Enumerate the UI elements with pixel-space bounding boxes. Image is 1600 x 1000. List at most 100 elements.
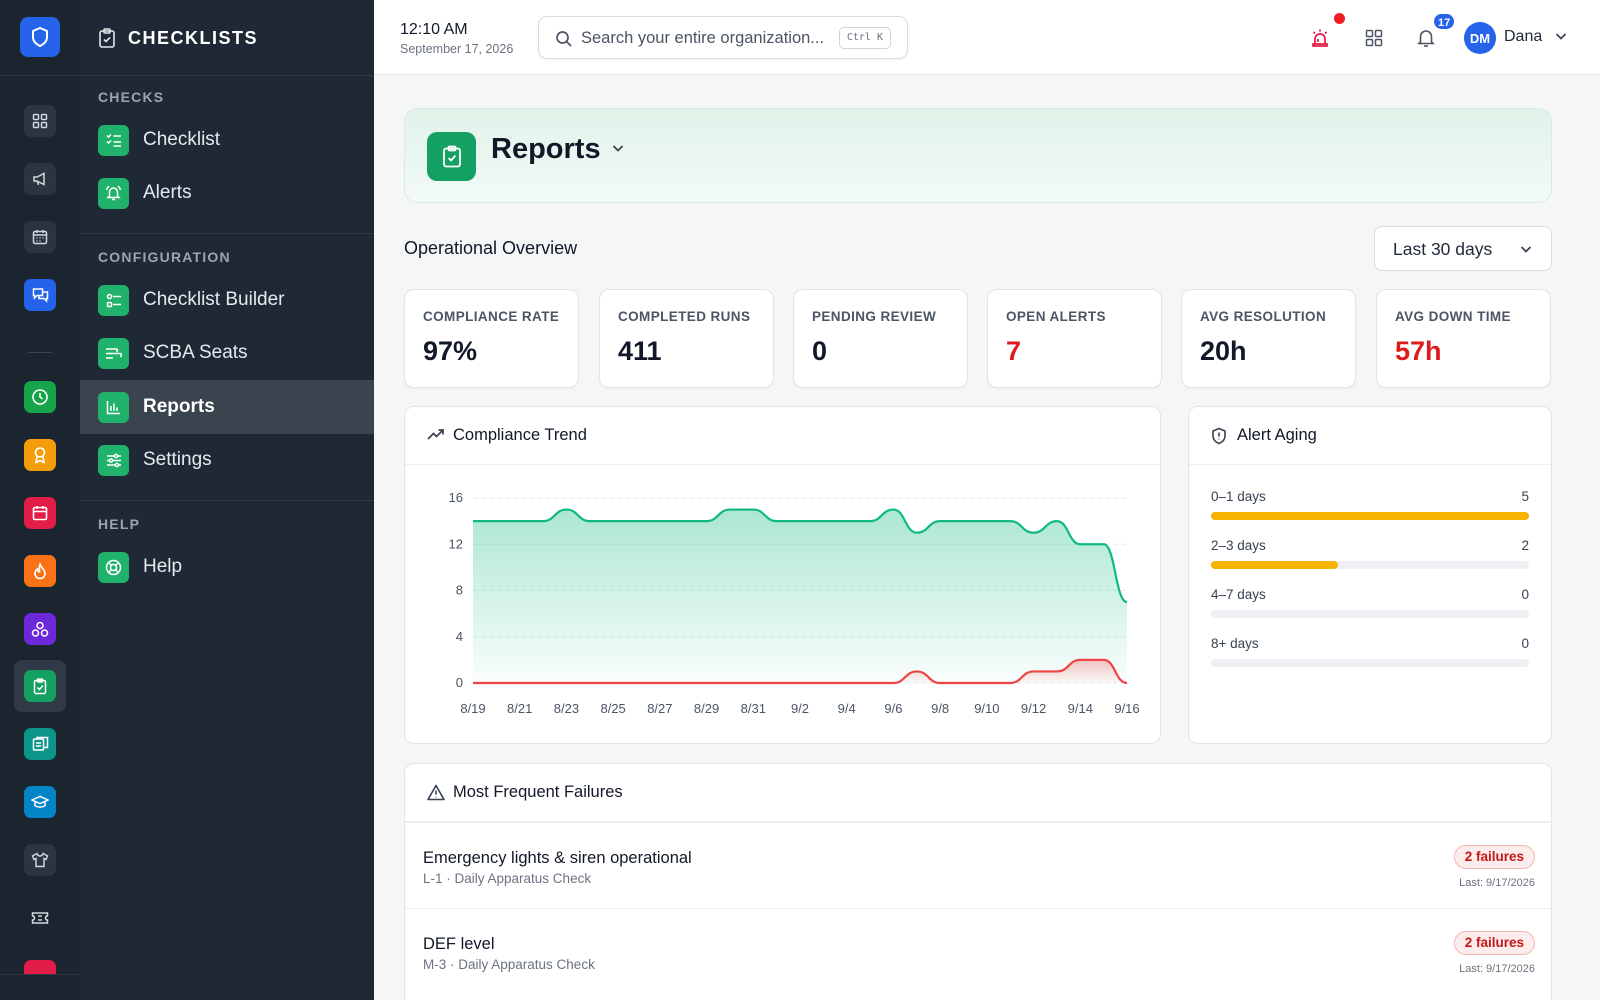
app-rail xyxy=(0,0,80,1000)
stat-value: 411 xyxy=(618,336,662,366)
page-switcher-chevron-icon[interactable] xyxy=(611,141,625,155)
clipboard-icon xyxy=(99,28,115,48)
dashboard-grid-icon[interactable] xyxy=(24,105,56,137)
stat-card-avg-resolution: AVG RESOLUTION 20h xyxy=(1181,289,1356,388)
search-icon xyxy=(556,31,572,47)
stat-card-compliance-rate: COMPLIANCE RATE 97% xyxy=(404,289,579,388)
builder-icon xyxy=(98,284,129,316)
lifebuoy-icon xyxy=(98,551,129,583)
y-tick-label: 0 xyxy=(456,675,463,690)
x-tick-label: 9/14 xyxy=(1068,701,1093,716)
clipboard-check-icon[interactable] xyxy=(24,670,56,702)
sidebar-item-checklist[interactable]: Checklist xyxy=(80,113,374,167)
x-tick-label: 9/12 xyxy=(1021,701,1046,716)
sidebar-item-label: Reports xyxy=(143,396,215,417)
x-tick-label: 9/16 xyxy=(1114,701,1139,716)
sidebar-item-label: Settings xyxy=(143,449,212,470)
page-header: Reports xyxy=(404,108,1552,203)
apps-grid-icon[interactable] xyxy=(1362,26,1386,50)
x-tick-label: 8/19 xyxy=(460,701,485,716)
stat-card-completed-runs: COMPLETED RUNS 411 xyxy=(599,289,774,388)
shirt-icon[interactable] xyxy=(24,844,56,876)
aging-label: 2–3 days xyxy=(1211,538,1266,553)
aging-count: 0 xyxy=(1521,636,1529,651)
messages-icon[interactable] xyxy=(24,279,56,311)
x-tick-label: 9/10 xyxy=(974,701,999,716)
x-tick-label: 9/2 xyxy=(791,701,809,716)
ticket-icon[interactable] xyxy=(24,902,56,934)
x-tick-label: 8/29 xyxy=(694,701,719,716)
documents-icon[interactable] xyxy=(24,728,56,760)
emergency-siren-icon[interactable] xyxy=(1308,26,1332,50)
clipboard-check-icon xyxy=(427,132,476,181)
compliance-series-area xyxy=(473,509,1127,683)
stat-card-pending-review: PENDING REVIEW 0 xyxy=(793,289,968,388)
graduation-cap-icon[interactable] xyxy=(24,786,56,818)
current-date: September 17, 2026 xyxy=(400,42,514,56)
stat-value: 0 xyxy=(812,336,828,366)
compliance-trend-chart: 0 4 8 12 16 8/19 8/21 8/23 8/25 8/27 8/29 8/31 9/2 9/… xyxy=(449,490,1140,716)
sidebar-item-alerts[interactable]: Alerts xyxy=(80,166,374,220)
x-tick-label: 9/4 xyxy=(838,701,856,716)
sidebar-item-checklist-builder[interactable]: Checklist Builder xyxy=(80,273,374,327)
notifications-bell-icon[interactable] xyxy=(1414,26,1438,50)
y-tick-label: 8 xyxy=(456,583,463,598)
list-item[interactable]: DEF level M-3 · Daily Apparatus Check 2 … xyxy=(405,908,1553,994)
trending-up-icon xyxy=(427,429,444,440)
user-name[interactable]: Dana xyxy=(1504,28,1542,46)
x-tick-label: 9/8 xyxy=(931,701,949,716)
warning-triangle-icon xyxy=(427,784,445,801)
sidebar-item-settings[interactable]: Settings xyxy=(80,433,374,487)
x-tick-label: 8/21 xyxy=(507,701,532,716)
aging-bar xyxy=(1211,561,1339,569)
card-title: Compliance Trend xyxy=(453,426,587,444)
aging-bar xyxy=(1211,512,1529,520)
top-bar: 12:10 AM September 17, 2026 Search your … xyxy=(374,0,1600,75)
date-range-select[interactable]: Last 30 days xyxy=(1374,226,1552,271)
global-search-input[interactable]: Search your entire organization... Ctrl … xyxy=(538,16,908,59)
failure-subtitle: M-3 · Daily Apparatus Check xyxy=(423,957,595,972)
aging-label: 4–7 days xyxy=(1211,587,1266,602)
megaphone-icon[interactable] xyxy=(24,163,56,195)
seats-icon xyxy=(98,337,129,369)
notification-count-badge: 17 xyxy=(1432,12,1457,31)
card-title: Alert Aging xyxy=(1237,426,1317,444)
shield-logo-icon[interactable] xyxy=(20,17,60,57)
alarm-icon[interactable] xyxy=(24,960,56,974)
stat-card-avg-down-time: AVG DOWN TIME 57h xyxy=(1376,289,1551,388)
sidebar-item-scba-seats[interactable]: SCBA Seats xyxy=(80,326,374,380)
stat-label: COMPLETED RUNS xyxy=(618,309,751,324)
failure-subtitle: L-1 · Daily Apparatus Check xyxy=(423,871,592,886)
list-item[interactable]: Emergency lights & siren operational L-1… xyxy=(405,822,1553,908)
checklists-sidebar: CHECKLISTS CHECKS Checklist Alerts CONFI… xyxy=(80,0,374,1000)
chevron-down-icon[interactable] xyxy=(1554,29,1568,43)
frequent-failures-card: Most Frequent Failures Emergency lights … xyxy=(404,763,1553,1000)
chevron-down-icon xyxy=(1520,246,1532,253)
stat-label: COMPLIANCE RATE xyxy=(423,309,560,324)
x-tick-label: 8/23 xyxy=(554,701,579,716)
bell-ring-icon xyxy=(98,177,129,209)
flame-icon[interactable] xyxy=(24,555,56,587)
avatar[interactable]: DM xyxy=(1464,22,1496,54)
sidebar-item-help[interactable]: Help xyxy=(80,540,374,594)
y-tick-label: 4 xyxy=(456,629,463,644)
sidebar-title: CHECKLISTS xyxy=(128,27,259,48)
calendar-icon[interactable] xyxy=(24,497,56,529)
failure-title: DEF level xyxy=(423,935,495,953)
shield-alert-icon xyxy=(1212,427,1226,445)
sidebar-item-reports[interactable]: Reports xyxy=(80,380,374,434)
date-range-value: Last 30 days xyxy=(1393,239,1493,259)
sidebar-item-label: Checklist xyxy=(143,129,221,150)
stat-card-open-alerts: OPEN ALERTS 7 xyxy=(987,289,1162,388)
clock-icon[interactable] xyxy=(24,381,56,413)
x-tick-label: 8/31 xyxy=(741,701,766,716)
aging-label: 8+ days xyxy=(1211,636,1259,651)
sidebar-header: CHECKLISTS xyxy=(98,24,258,52)
award-icon[interactable] xyxy=(24,439,56,471)
y-tick-label: 12 xyxy=(449,536,463,551)
card-title: Most Frequent Failures xyxy=(453,783,623,801)
calendar-grid-icon[interactable] xyxy=(24,221,56,253)
network-icon[interactable] xyxy=(24,613,56,645)
alert-aging-card: Alert Aging 0–1 days 5 2–3 days 2 4–7 da… xyxy=(1188,406,1552,744)
aging-count: 5 xyxy=(1521,489,1529,504)
